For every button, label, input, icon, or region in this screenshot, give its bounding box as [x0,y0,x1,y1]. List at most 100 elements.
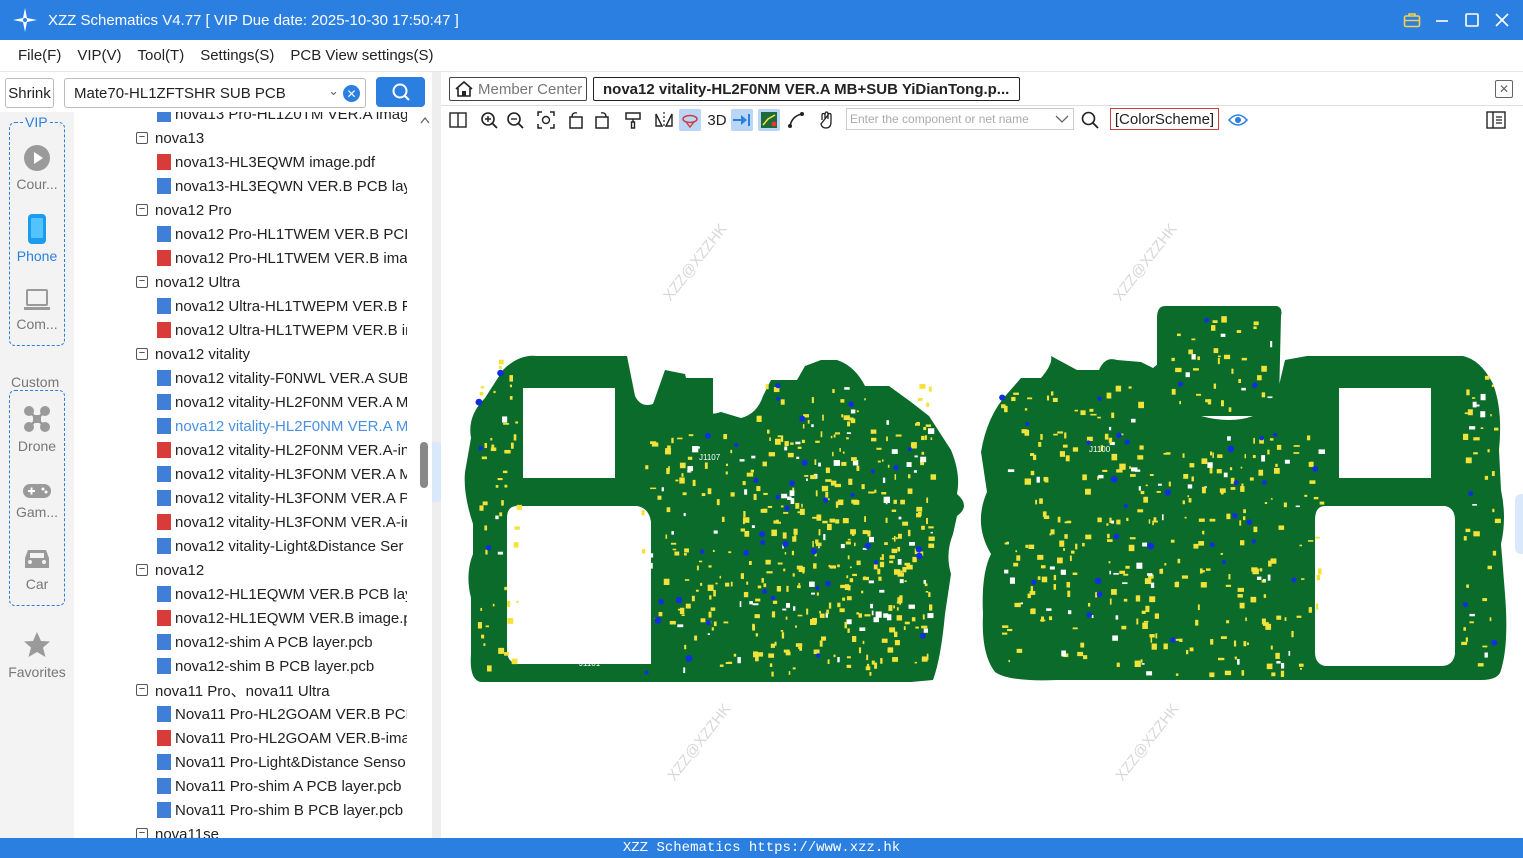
tree-file[interactable]: nova12 vitality-HL2F0NM VER.A M [74,390,418,414]
pcb-pad [1256,576,1262,580]
zoom-out-icon[interactable] [504,109,526,131]
pcb-pad [1482,598,1488,602]
collapse-toggle-icon[interactable]: − [136,684,148,696]
tree-file[interactable]: nova12-shim B PCB layer.pcb [74,654,418,678]
view-3d-button[interactable]: 3D [705,109,729,131]
sidebar-item-game[interactable]: Gam... [0,482,74,520]
close-tab-icon[interactable]: ✕ [1495,80,1513,98]
collapse-toggle-icon[interactable]: − [136,204,148,216]
tree-group[interactable]: − nova12 Pro [74,198,418,222]
tree-group[interactable]: − nova11se [74,822,418,838]
sidebar-item-car[interactable]: Car [0,546,74,592]
clear-icon[interactable]: ✕ [343,85,360,102]
menu-tool[interactable]: Tool(T) [138,47,185,64]
search-icon[interactable] [1079,109,1101,131]
tree-file[interactable]: nova13-HL3EQWM image.pdf [74,150,418,174]
tree-file[interactable]: nova12 vitality-F0NWL VER.A SUB I [74,366,418,390]
tree-item-label: nova12 Ultra [155,273,241,291]
sidebar-item-favorites[interactable]: Favorites [0,630,74,680]
format-brush-icon[interactable] [622,109,644,131]
color-scheme-button[interactable]: [ColorScheme] [1110,108,1219,130]
trace-icon[interactable] [785,109,807,131]
collapse-toggle-icon[interactable]: − [136,348,148,360]
collapse-toggle-icon[interactable]: − [136,132,148,144]
sidebar-item-computer[interactable]: Com... [0,288,74,332]
collapse-toggle-icon[interactable]: − [136,828,148,838]
pcb-pad [1175,638,1181,641]
sidebar-item-courses[interactable]: Cour... [0,144,74,192]
menu-file[interactable]: File(F) [18,47,61,64]
scrollbar-thumb[interactable] [420,442,428,488]
pcb-pad [1264,502,1268,505]
menu-settings[interactable]: Settings(S) [200,47,274,64]
hand-pan-icon[interactable] [815,109,837,131]
zoom-in-icon[interactable] [478,109,500,131]
sidebar-item-phone[interactable]: Phone [0,214,74,264]
flip-board-icon[interactable] [679,109,701,131]
tree-file[interactable]: nova12 vitality-HL2F0NM VER.A M [74,414,418,438]
menu-pcb-view-settings[interactable]: PCB View settings(S) [290,47,433,64]
tree-group[interactable]: − nova11 Pro、nova11 Ultra [74,678,418,702]
tree-item-label: nova11 Pro、nova11 Ultra [155,682,330,700]
pcb-pad [490,437,493,441]
expand-handle[interactable] [1515,494,1523,554]
chevron-down-icon[interactable] [1055,114,1069,124]
tree-group[interactable]: − nova12 [74,558,418,582]
pcb-pad [755,633,759,637]
collapse-toggle-icon[interactable]: − [136,564,148,576]
tree-file[interactable]: nova12 vitality-HL3FONM VER.A P( [74,486,418,510]
side-panel-icon[interactable] [1485,109,1507,131]
pcb-pad [744,530,750,537]
component-search-input[interactable]: Enter the component or net name [846,108,1074,130]
search-button[interactable] [376,77,425,107]
tree-file[interactable]: nova12 Ultra-HL1TWEPM VER.B im [74,318,418,342]
pcb-pad [897,572,904,577]
tree-file[interactable]: nova12 Pro-HL1TWEM VER.B PCB l [74,222,418,246]
pcb-via [1462,602,1469,608]
tree-file[interactable]: nova13 Pro-HL1Z0TM VER.A imag [74,112,418,126]
tab-document[interactable]: nova12 vitality-HL2F0NM VER.A MB+SUB YiD… [593,77,1020,101]
tab-member-center[interactable]: Member Center [449,77,587,101]
mirror-icon[interactable] [653,109,675,131]
tree-file[interactable]: Nova11 Pro-HL2GOAM VER.B-imag [74,726,418,750]
tree-group[interactable]: − nova12 Ultra [74,270,418,294]
model-select[interactable]: Mate70-HL1ZFTSHR SUB PCB ⌄ ✕ [64,78,366,108]
sidebar-item-drone[interactable]: Drone [0,404,74,454]
panel-toggle-icon[interactable] [447,109,469,131]
tree-file[interactable]: nova12 vitality-Light&Distance Ser [74,534,418,558]
scroll-up-icon[interactable] [420,116,430,124]
panel-splitter[interactable] [432,72,442,838]
tree-file[interactable]: nova13-HL3EQWN VER.B PCB layer [74,174,418,198]
tree-file[interactable]: Nova11 Pro-HL2GOAM VER.B PCB [74,702,418,726]
tree-file[interactable]: Nova11 Pro-shim B PCB layer.pcb [74,798,418,822]
collapse-toggle-icon[interactable]: − [136,276,148,288]
tree-file[interactable]: nova12 Ultra-HL1TWEPM VER.B PC [74,294,418,318]
tree-file[interactable]: nova12-HL1EQWM VER.B image.p( [74,606,418,630]
tree-file[interactable]: nova12 vitality-HL2F0NM VER.A-in [74,438,418,462]
tree-file[interactable]: nova12 Pro-HL1TWEM VER.B imag [74,246,418,270]
tree-scrollbar[interactable] [418,112,432,838]
tree-file[interactable]: nova12-HL1EQWM VER.B PCB laye [74,582,418,606]
tree-file[interactable]: Nova11 Pro-shim A PCB layer.pcb [74,774,418,798]
briefcase-icon[interactable] [1401,9,1423,31]
chevron-down-icon[interactable]: ⌄ [328,83,339,99]
tree-group[interactable]: − nova13 [74,126,418,150]
tree-file[interactable]: nova12-shim A PCB layer.pcb [74,630,418,654]
maximize-button[interactable] [1461,9,1483,31]
pcb-canvas[interactable]: XZZ@XZZHK XZZ@XZZHK J1101 J1107 J1100 XZ… [441,134,1523,838]
rotate-left-icon[interactable] [565,109,587,131]
menu-vip[interactable]: VIP(V) [77,47,121,64]
shrink-button[interactable]: Shrink [5,78,54,108]
rotate-right-icon[interactable] [591,109,613,131]
eye-icon[interactable] [1227,109,1249,131]
close-button[interactable] [1491,9,1513,31]
pcb-pad [819,613,825,618]
minimize-button[interactable] [1431,9,1453,31]
tree-file[interactable]: nova12 vitality-HL3FONM VER.A M [74,462,418,486]
tree-group[interactable]: − nova12 vitality [74,342,418,366]
pin-select-icon[interactable] [731,109,753,131]
net-highlight-icon[interactable] [758,109,780,131]
tree-file[interactable]: nova12 vitality-HL3FONM VER.A-ir [74,510,418,534]
fit-view-icon[interactable] [535,109,557,131]
tree-file[interactable]: Nova11 Pro-Light&Distance Senso [74,750,418,774]
